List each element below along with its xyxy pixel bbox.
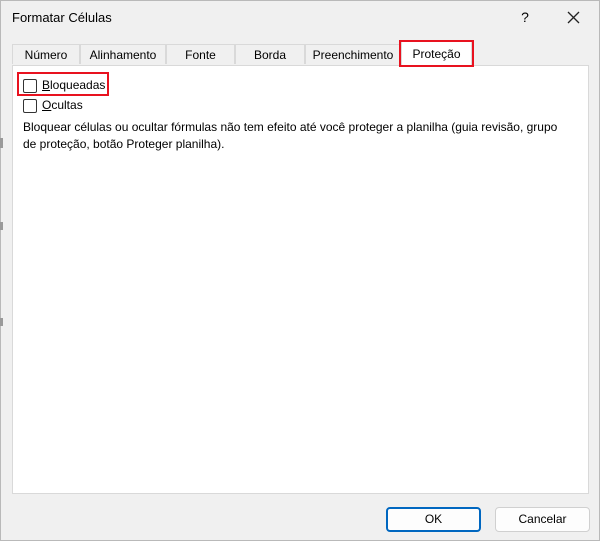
cancel-button[interactable]: Cancelar xyxy=(495,507,590,532)
tab-borda[interactable]: Borda xyxy=(235,44,305,64)
locked-label: Bloqueadas xyxy=(42,78,106,92)
tab-label: Borda xyxy=(253,48,287,62)
tab-label: Proteção xyxy=(412,47,461,61)
title-bar: Formatar Células ? xyxy=(1,1,599,33)
tab-label: Alinhamento xyxy=(89,48,157,62)
tab-label: Preenchimento xyxy=(312,48,394,62)
locked-checkbox[interactable] xyxy=(23,79,37,93)
help-icon: ? xyxy=(521,9,529,25)
locked-checkbox-row[interactable]: Bloqueadas xyxy=(23,78,115,94)
tab-alinhamento[interactable]: Alinhamento xyxy=(80,44,166,64)
help-button[interactable]: ? xyxy=(511,5,539,29)
tab-strip: Número Alinhamento Fonte Borda Preenchim… xyxy=(12,41,592,66)
background-edge-artifact xyxy=(0,222,3,230)
ok-label: OK xyxy=(424,512,443,526)
close-button[interactable] xyxy=(559,5,587,29)
hidden-checkbox[interactable] xyxy=(23,99,37,113)
tab-fonte[interactable]: Fonte xyxy=(166,44,235,64)
protection-description: Bloquear células ou ocultar fórmulas não… xyxy=(23,120,558,151)
tab-numero[interactable]: Número xyxy=(12,44,80,64)
ok-button[interactable]: OK xyxy=(386,507,481,532)
tab-label: Número xyxy=(24,48,68,62)
tab-label: Fonte xyxy=(185,48,216,62)
background-edge-artifact xyxy=(0,138,3,148)
protection-panel: Bloqueadas Ocultas Bloquear células ou o… xyxy=(12,65,589,494)
hidden-checkbox-row[interactable]: Ocultas xyxy=(23,98,103,114)
close-icon xyxy=(567,11,580,24)
tab-protecao[interactable]: Proteção xyxy=(401,41,472,66)
cancel-label: Cancelar xyxy=(518,512,567,526)
dialog-title: Formatar Células xyxy=(12,10,112,25)
tab-preenchimento[interactable]: Preenchimento xyxy=(305,44,401,64)
hidden-label: Ocultas xyxy=(42,98,83,112)
background-edge-artifact xyxy=(0,318,3,326)
format-cells-dialog: Formatar Células ? Número Alinhamento Fo… xyxy=(0,0,600,541)
